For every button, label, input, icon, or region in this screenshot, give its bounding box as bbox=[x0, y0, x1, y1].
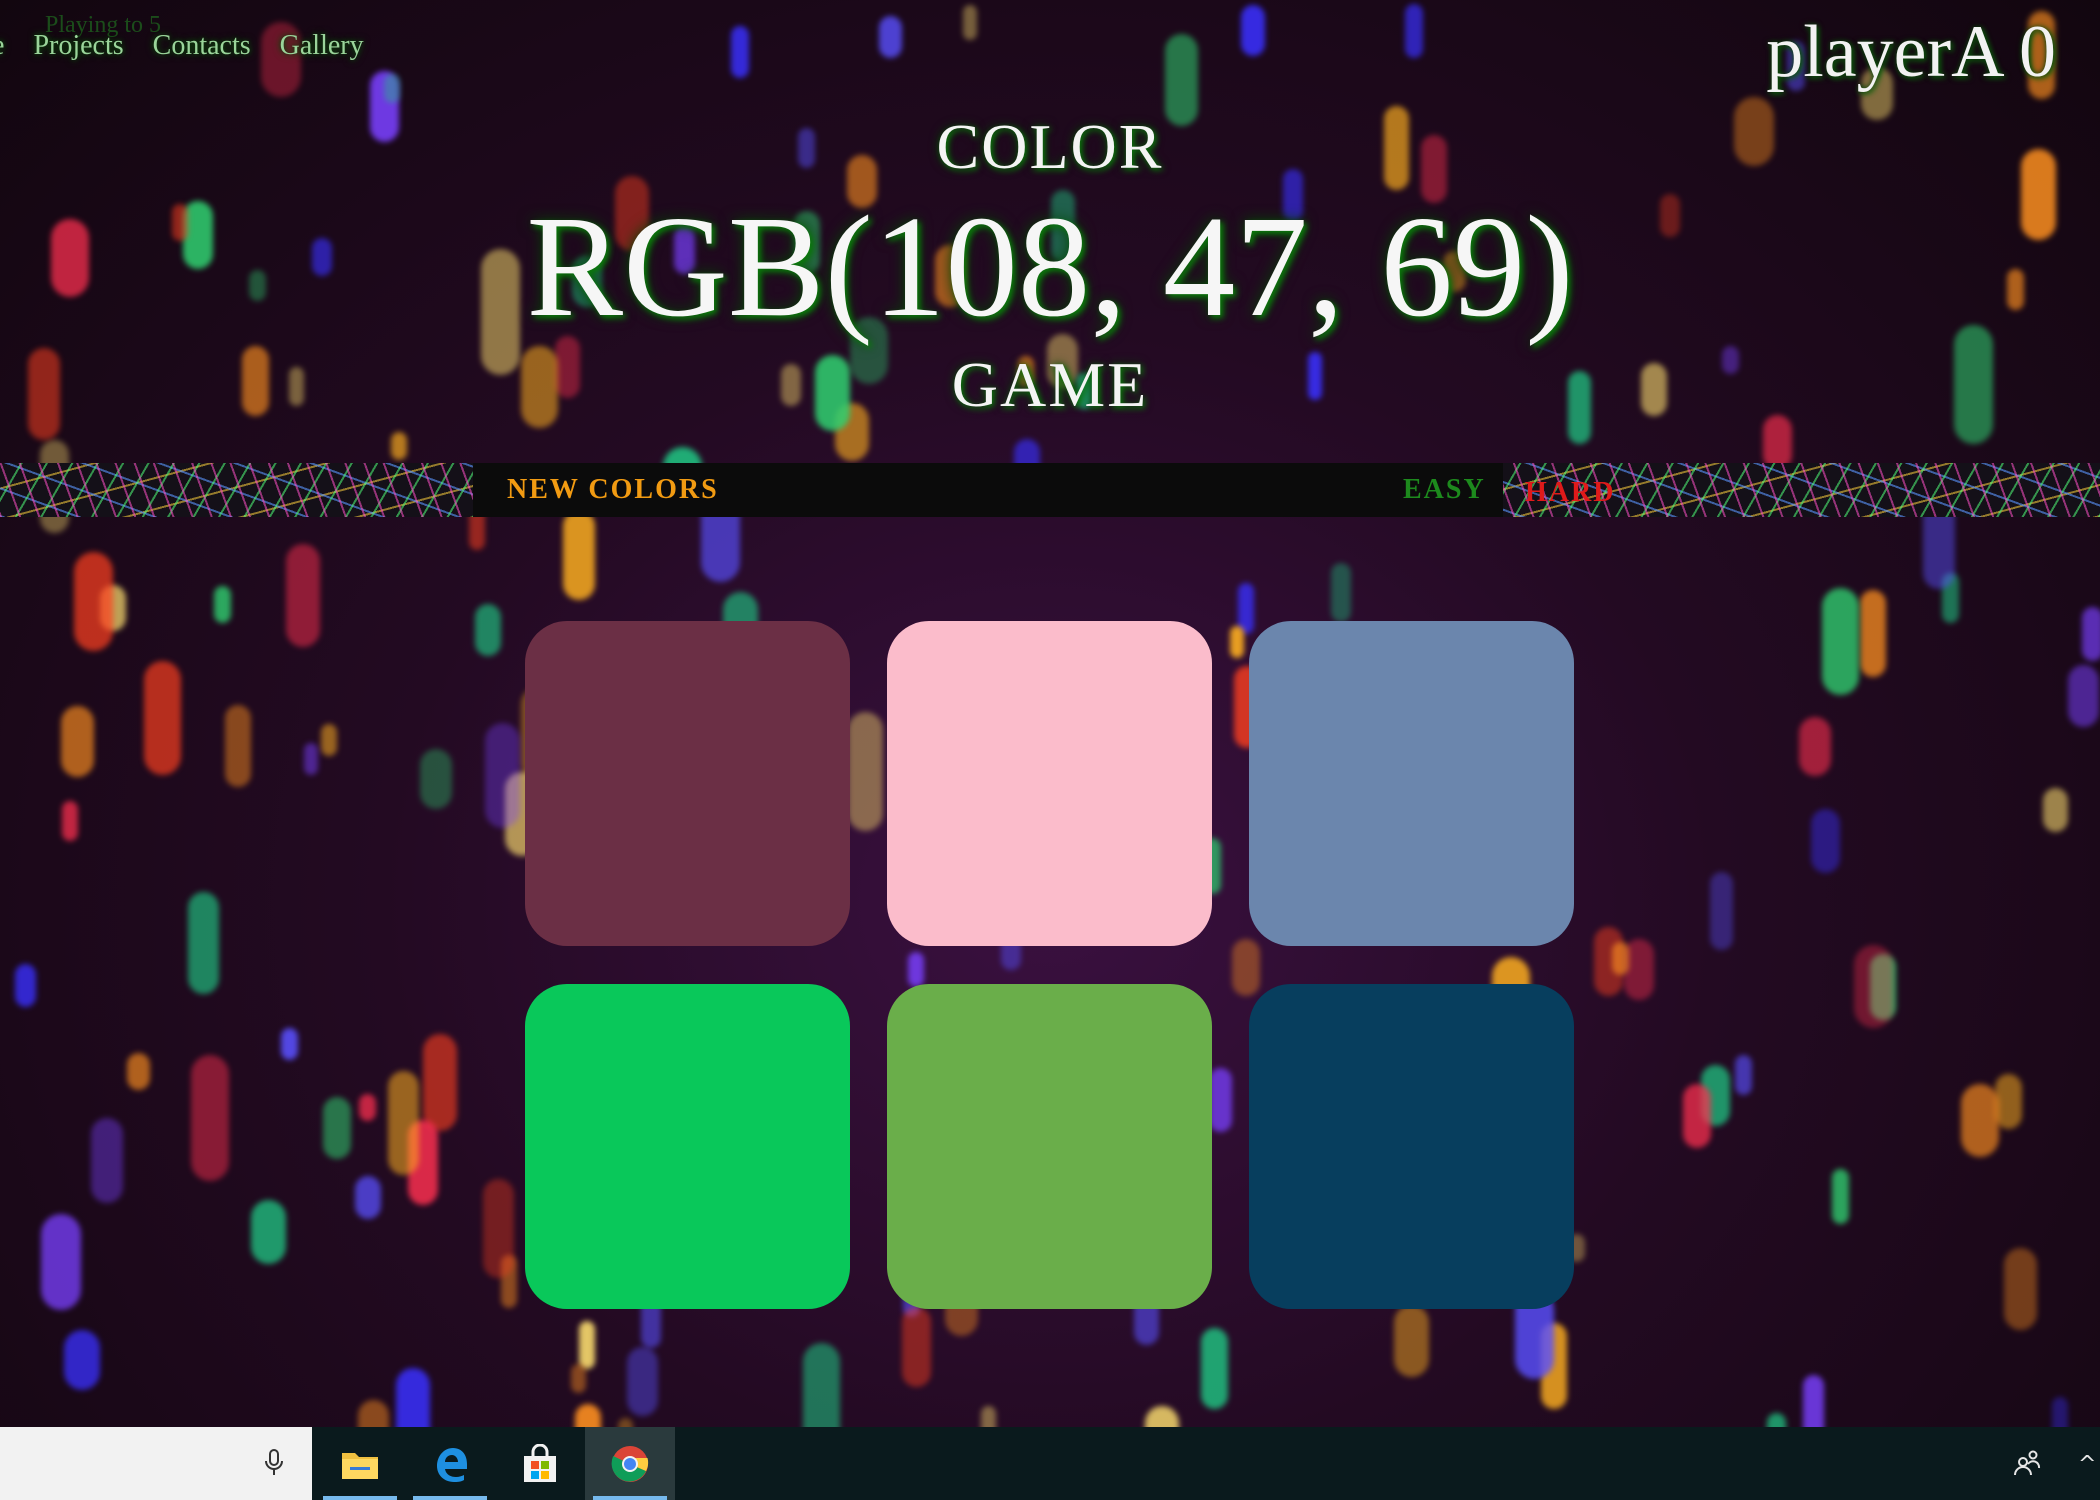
microphone-icon[interactable] bbox=[262, 1448, 286, 1478]
square-4[interactable] bbox=[525, 984, 850, 1309]
people-icon[interactable] bbox=[2012, 1448, 2042, 1483]
target-rgb-display: RGB(108, 47, 69) bbox=[526, 187, 1574, 347]
store-icon[interactable] bbox=[495, 1427, 585, 1500]
edge-icon[interactable] bbox=[405, 1427, 495, 1500]
square-1[interactable] bbox=[525, 621, 850, 946]
nav-item-gallery[interactable]: Gallery bbox=[280, 30, 364, 62]
square-5[interactable] bbox=[887, 984, 1212, 1309]
easy-button[interactable]: EASY bbox=[1403, 463, 1503, 517]
chrome-icon[interactable] bbox=[585, 1427, 675, 1500]
nav-item-partial[interactable]: e bbox=[0, 30, 4, 62]
title-game: GAME bbox=[951, 349, 1149, 420]
title-color: COLOR bbox=[936, 111, 1164, 182]
nav-item-projects[interactable]: Projects bbox=[33, 30, 123, 62]
square-2[interactable] bbox=[887, 621, 1212, 946]
file-explorer-icon[interactable] bbox=[315, 1427, 405, 1500]
chevron-up-icon[interactable]: ^ bbox=[2078, 1452, 2096, 1477]
hard-button[interactable]: HARD bbox=[1503, 463, 1635, 517]
new-colors-button[interactable]: NEW COLORS bbox=[507, 474, 719, 506]
color-square-grid bbox=[525, 621, 1575, 1309]
square-3[interactable] bbox=[1249, 621, 1574, 946]
top-nav: e Projects Contacts Gallery bbox=[0, 30, 364, 62]
control-bar: NEW COLORS EASY bbox=[473, 463, 1503, 517]
player-score: playerA 0 bbox=[1766, 11, 2056, 93]
nav-item-contacts[interactable]: Contacts bbox=[153, 30, 251, 62]
square-6[interactable] bbox=[1249, 984, 1574, 1309]
